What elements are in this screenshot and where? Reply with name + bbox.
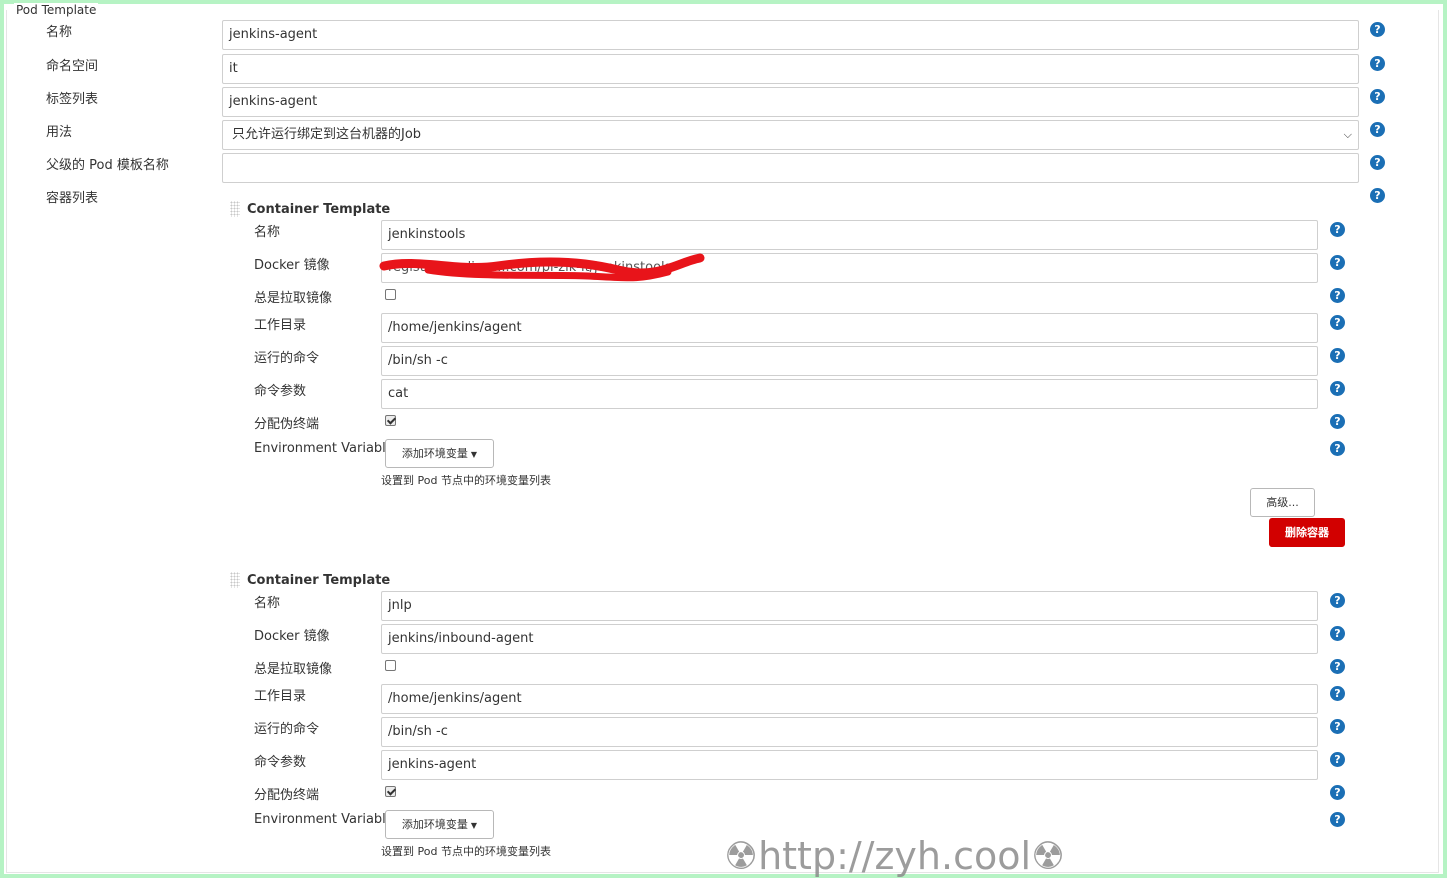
container-2-pull-help-icon[interactable]: ? xyxy=(1330,659,1345,674)
pod-parent-input[interactable] xyxy=(222,153,1359,183)
pod-parent-help-icon[interactable]: ? xyxy=(1370,155,1385,170)
container-1-delete-button[interactable]: 删除容器 xyxy=(1269,518,1345,547)
container-2-name-help-icon[interactable]: ? xyxy=(1330,593,1345,608)
window-frame-left xyxy=(0,0,4,878)
container-2-command-help-icon[interactable]: ? xyxy=(1330,719,1345,734)
container-1-workdir-help-icon[interactable]: ? xyxy=(1330,315,1345,330)
container-1-args-input[interactable]: cat xyxy=(381,379,1318,409)
container-2-image-label: Docker 镜像 xyxy=(254,629,330,644)
chevron-down-icon: ⌵ xyxy=(1343,128,1352,141)
container-2-args-input[interactable]: jenkins-agent xyxy=(381,750,1318,780)
container-1-image-input[interactable]: registry.c...ali...y....com/pi-zik-it/je… xyxy=(381,253,1318,283)
pod-usage-value: 只允许运行绑定到这台机器的Job xyxy=(232,127,422,142)
container-1-title: Container Template xyxy=(247,202,391,217)
pod-namespace-input[interactable]: it xyxy=(222,54,1359,84)
container-2-image-input[interactable]: jenkins/inbound-agent xyxy=(381,624,1318,654)
container-2-workdir-help-icon[interactable]: ? xyxy=(1330,686,1345,701)
container-1-command-label: 运行的命令 xyxy=(254,351,320,366)
container-2-pull-label: 总是拉取镜像 xyxy=(254,662,333,677)
pod-usage-label: 用法 xyxy=(46,125,73,140)
drag-handle-icon[interactable] xyxy=(230,201,240,217)
container-1-add-env-button[interactable]: 添加环境变量 ▼ xyxy=(385,439,494,468)
container-2-workdir-input[interactable]: /home/jenkins/agent xyxy=(381,684,1318,714)
pod-parent-label: 父级的 Pod 模板名称 xyxy=(46,158,169,173)
container-2-workdir-label: 工作目录 xyxy=(254,689,307,704)
container-1-image-help-icon[interactable]: ? xyxy=(1330,255,1345,270)
container-2-title: Container Template xyxy=(247,573,391,588)
container-2-args-help-icon[interactable]: ? xyxy=(1330,752,1345,767)
pod-usage-help-icon[interactable]: ? xyxy=(1370,122,1385,137)
container-2-tty-checkbox[interactable] xyxy=(385,786,396,797)
container-2-command-input[interactable]: /bin/sh -c xyxy=(381,717,1318,747)
container-1-always-pull-checkbox[interactable] xyxy=(385,289,396,300)
pod-labels-input[interactable]: jenkins-agent xyxy=(222,87,1359,117)
watermark: ☢http://zyh.cool☢ xyxy=(724,834,1066,878)
container-1-workdir-input[interactable]: /home/jenkins/agent xyxy=(381,313,1318,343)
container-1-tty-label: 分配伪终端 xyxy=(254,417,320,432)
pod-containers-help-icon[interactable]: ? xyxy=(1370,188,1385,203)
container-1-tty-checkbox[interactable] xyxy=(385,415,396,426)
container-2-name-input[interactable]: jnlp xyxy=(381,591,1318,621)
pod-labels-label: 标签列表 xyxy=(46,92,99,107)
pod-template-legend: Pod Template xyxy=(14,3,99,17)
pod-usage-select[interactable]: 只允许运行绑定到这台机器的Job ⌵ xyxy=(222,120,1359,150)
container-1-name-help-icon[interactable]: ? xyxy=(1330,222,1345,237)
container-2-tty-label: 分配伪终端 xyxy=(254,788,320,803)
pod-name-label: 名称 xyxy=(46,25,73,40)
container-1-command-input[interactable]: /bin/sh -c xyxy=(381,346,1318,376)
container-1-env-help-icon[interactable]: ? xyxy=(1330,441,1345,456)
container-2-env-label: Environment Variables xyxy=(254,812,401,827)
window-frame-top xyxy=(0,0,1447,4)
container-1-args-help-icon[interactable]: ? xyxy=(1330,381,1345,396)
container-2-tty-help-icon[interactable]: ? xyxy=(1330,785,1345,800)
container-1-env-hint: 设置到 Pod 节点中的环境变量列表 xyxy=(381,474,551,487)
pod-name-input[interactable]: jenkins-agent xyxy=(222,20,1359,50)
container-1-name-input[interactable]: jenkinstools xyxy=(381,220,1318,250)
container-1-env-label: Environment Variables xyxy=(254,441,401,456)
pod-containers-label: 容器列表 xyxy=(46,191,99,206)
drag-handle-icon[interactable] xyxy=(230,572,240,588)
container-1-pull-help-icon[interactable]: ? xyxy=(1330,288,1345,303)
container-2-env-hint: 设置到 Pod 节点中的环境变量列表 xyxy=(381,845,551,858)
caret-down-icon: ▼ xyxy=(470,450,478,459)
pod-name-help-icon[interactable]: ? xyxy=(1370,22,1385,37)
container-1-name-label: 名称 xyxy=(254,225,281,240)
container-1-pull-label: 总是拉取镜像 xyxy=(254,291,333,306)
window-frame-right xyxy=(1443,0,1447,878)
container-2-args-label: 命令参数 xyxy=(254,755,307,770)
pod-namespace-help-icon[interactable]: ? xyxy=(1370,56,1385,71)
add-env-label: 添加环境变量 xyxy=(401,447,468,460)
add-env-label: 添加环境变量 xyxy=(401,818,468,831)
container-2-always-pull-checkbox[interactable] xyxy=(385,660,396,671)
container-1-image-label: Docker 镜像 xyxy=(254,258,330,273)
caret-down-icon: ▼ xyxy=(470,821,478,830)
container-2-name-label: 名称 xyxy=(254,596,281,611)
pod-labels-help-icon[interactable]: ? xyxy=(1370,89,1385,104)
container-1-tty-help-icon[interactable]: ? xyxy=(1330,414,1345,429)
container-1-advanced-button[interactable]: 高级... xyxy=(1250,488,1315,517)
pod-namespace-label: 命名空间 xyxy=(46,59,99,74)
container-2-image-help-icon[interactable]: ? xyxy=(1330,626,1345,641)
container-1-workdir-label: 工作目录 xyxy=(254,318,307,333)
container-1-command-help-icon[interactable]: ? xyxy=(1330,348,1345,363)
container-1-args-label: 命令参数 xyxy=(254,384,307,399)
container-2-command-label: 运行的命令 xyxy=(254,722,320,737)
container-2-env-help-icon[interactable]: ? xyxy=(1330,812,1345,827)
container-2-add-env-button[interactable]: 添加环境变量 ▼ xyxy=(385,810,494,839)
